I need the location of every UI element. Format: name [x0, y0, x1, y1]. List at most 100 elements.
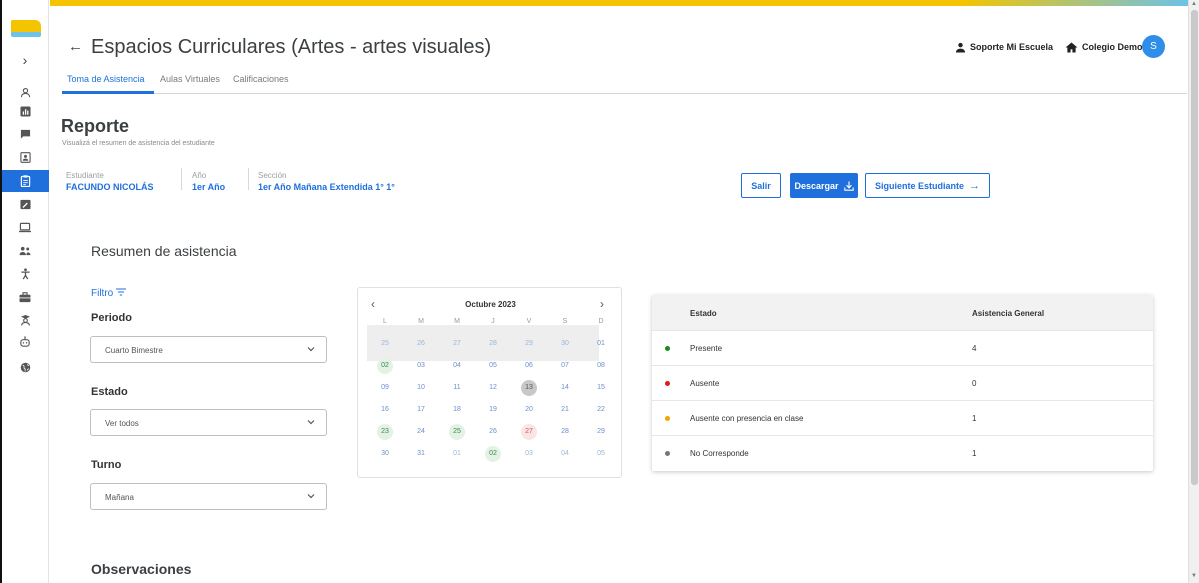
exit-button[interactable]: Salir — [741, 173, 781, 198]
calendar-day[interactable]: 24 — [413, 424, 429, 440]
calendar-day[interactable]: 14 — [557, 380, 573, 396]
attendance-calendar: ‹ Octubre 2023 › L M M J V S D 25 26 27 28 29 30 01 02… — [357, 287, 622, 478]
calendar-day[interactable]: 25 — [449, 424, 465, 440]
calendar-day[interactable]: 05 — [485, 358, 501, 374]
calendar-day[interactable]: 04 — [557, 446, 573, 462]
back-arrow-icon[interactable]: ← — [68, 38, 83, 55]
calendar-day[interactable]: 06 — [521, 358, 537, 374]
calendar-day[interactable]: 21 — [557, 402, 573, 418]
id-card-icon[interactable] — [16, 148, 34, 166]
calendar-day[interactable]: 29 — [593, 424, 609, 440]
page-title-text: Espacios Curriculares (Artes - artes vis… — [91, 36, 492, 58]
filter-icon — [116, 288, 127, 296]
clipboard-icon[interactable] — [2, 170, 49, 192]
calendar-day[interactable]: 01 — [593, 336, 609, 352]
filter-label: Filtro — [91, 288, 114, 299]
calendar-day[interactable]: 29 — [521, 336, 537, 352]
calendar-day[interactable]: 30 — [557, 336, 573, 352]
calendar-day[interactable]: 22 — [593, 402, 609, 418]
active-tab-indicator — [62, 91, 154, 94]
calendar-day[interactable]: 04 — [449, 358, 465, 374]
calendar-day[interactable]: 26 — [485, 424, 501, 440]
school-link[interactable]: Colegio Demo — [1065, 41, 1143, 53]
user-icon[interactable] — [16, 83, 34, 101]
page-title: ← Espacios Curriculares (Artes - artes vi… — [68, 36, 491, 59]
scroll-down-icon[interactable]: ▼ — [1191, 573, 1197, 579]
next-student-button[interactable]: Siguiente Estudiante → — [865, 173, 990, 198]
calendar-day[interactable]: 30 — [377, 446, 393, 462]
scroll-up-icon[interactable]: ▲ — [1191, 1, 1197, 7]
bar-chart-icon[interactable] — [16, 102, 34, 120]
calendar-day[interactable]: 02 — [377, 358, 393, 374]
calendar-day[interactable]: 10 — [413, 380, 429, 396]
accessibility-icon[interactable] — [16, 265, 34, 283]
section-label: Sección — [258, 171, 287, 180]
page-scrollbar[interactable]: ▲ ▼ — [1188, 0, 1199, 583]
tab-toma-de-asistencia[interactable]: Toma de Asistencia — [67, 74, 145, 84]
laptop-icon[interactable] — [16, 218, 34, 236]
calendar-day[interactable]: 17 — [413, 402, 429, 418]
calendar-month-label: Octubre 2023 — [465, 300, 516, 309]
shift-label: Turno — [91, 459, 122, 471]
tab-aulas-virtuales[interactable]: Aulas Virtuales — [160, 74, 220, 84]
filter-toggle[interactable]: Filtro — [91, 288, 127, 299]
arrow-right-icon: → — [969, 179, 980, 192]
scrollbar-thumb[interactable] — [1191, 10, 1198, 485]
calendar-weekday: L — [383, 318, 387, 325]
calendar-day[interactable]: 19 — [485, 402, 501, 418]
people-icon[interactable] — [16, 242, 34, 260]
globe-icon[interactable] — [16, 358, 34, 376]
support-label: Soporte Mi Escuela — [970, 42, 1054, 52]
status-select[interactable]: Ver todos — [90, 409, 327, 436]
status-dot — [665, 346, 670, 351]
calendar-day[interactable]: 26 — [413, 336, 429, 352]
shift-select[interactable]: Mañana — [90, 483, 327, 510]
briefcase-icon[interactable] — [16, 288, 34, 306]
calendar-day[interactable]: 11 — [449, 380, 465, 396]
status-count: 0 — [972, 379, 977, 388]
person-icon — [955, 42, 966, 53]
app-logo[interactable] — [11, 20, 41, 37]
status-count: 1 — [972, 449, 977, 458]
section-info: Sección 1er Año Mañana Extendida 1° 1° — [258, 171, 395, 192]
download-button[interactable]: Descargar — [790, 173, 858, 198]
calendar-day[interactable]: 31 — [413, 446, 429, 462]
info-divider — [248, 168, 249, 190]
edit-note-icon[interactable] — [16, 195, 34, 213]
robot-icon[interactable] — [16, 333, 34, 351]
calendar-day[interactable]: 13 — [521, 380, 537, 396]
calendar-day[interactable]: 23 — [377, 424, 393, 440]
calendar-day[interactable]: 16 — [377, 402, 393, 418]
calendar-day[interactable]: 09 — [377, 380, 393, 396]
student-label: Estudiante — [66, 171, 104, 180]
calendar-day[interactable]: 20 — [521, 402, 537, 418]
calendar-day[interactable]: 03 — [413, 358, 429, 374]
calendar-day[interactable]: 05 — [593, 446, 609, 462]
year-info: Año 1er Año — [192, 171, 225, 192]
calendar-day[interactable]: 07 — [557, 358, 573, 374]
calendar-day[interactable]: 08 — [593, 358, 609, 374]
chat-icon[interactable] — [16, 125, 34, 143]
calendar-day[interactable]: 27 — [449, 336, 465, 352]
calendar-day[interactable]: 03 — [521, 446, 537, 462]
calendar-day[interactable]: 15 — [593, 380, 609, 396]
table-header: Estado Asistencia General — [652, 295, 1153, 331]
calendar-day[interactable]: 27 — [521, 424, 537, 440]
calendar-day[interactable]: 28 — [557, 424, 573, 440]
calendar-next-button[interactable]: › — [600, 297, 604, 311]
tab-calificaciones[interactable]: Calificaciones — [233, 74, 289, 84]
calendar-day[interactable]: 01 — [449, 446, 465, 462]
calendar-day[interactable]: 02 — [485, 446, 501, 462]
calendar-day[interactable]: 28 — [485, 336, 501, 352]
period-select[interactable]: Cuarto Bimestre — [90, 336, 327, 363]
calendar-day[interactable]: 25 — [377, 336, 393, 352]
support-link[interactable]: Soporte Mi Escuela — [955, 42, 1053, 53]
avatar[interactable]: S — [1142, 35, 1165, 58]
status-dot — [665, 381, 670, 386]
calendar-weekday: M — [418, 318, 424, 325]
chevron-right-icon[interactable]: › — [15, 50, 35, 70]
calendar-day[interactable]: 18 — [449, 402, 465, 418]
column-header-general: Asistencia General — [972, 309, 1045, 318]
calendar-day[interactable]: 12 — [485, 380, 501, 396]
student-icon[interactable] — [16, 311, 34, 329]
